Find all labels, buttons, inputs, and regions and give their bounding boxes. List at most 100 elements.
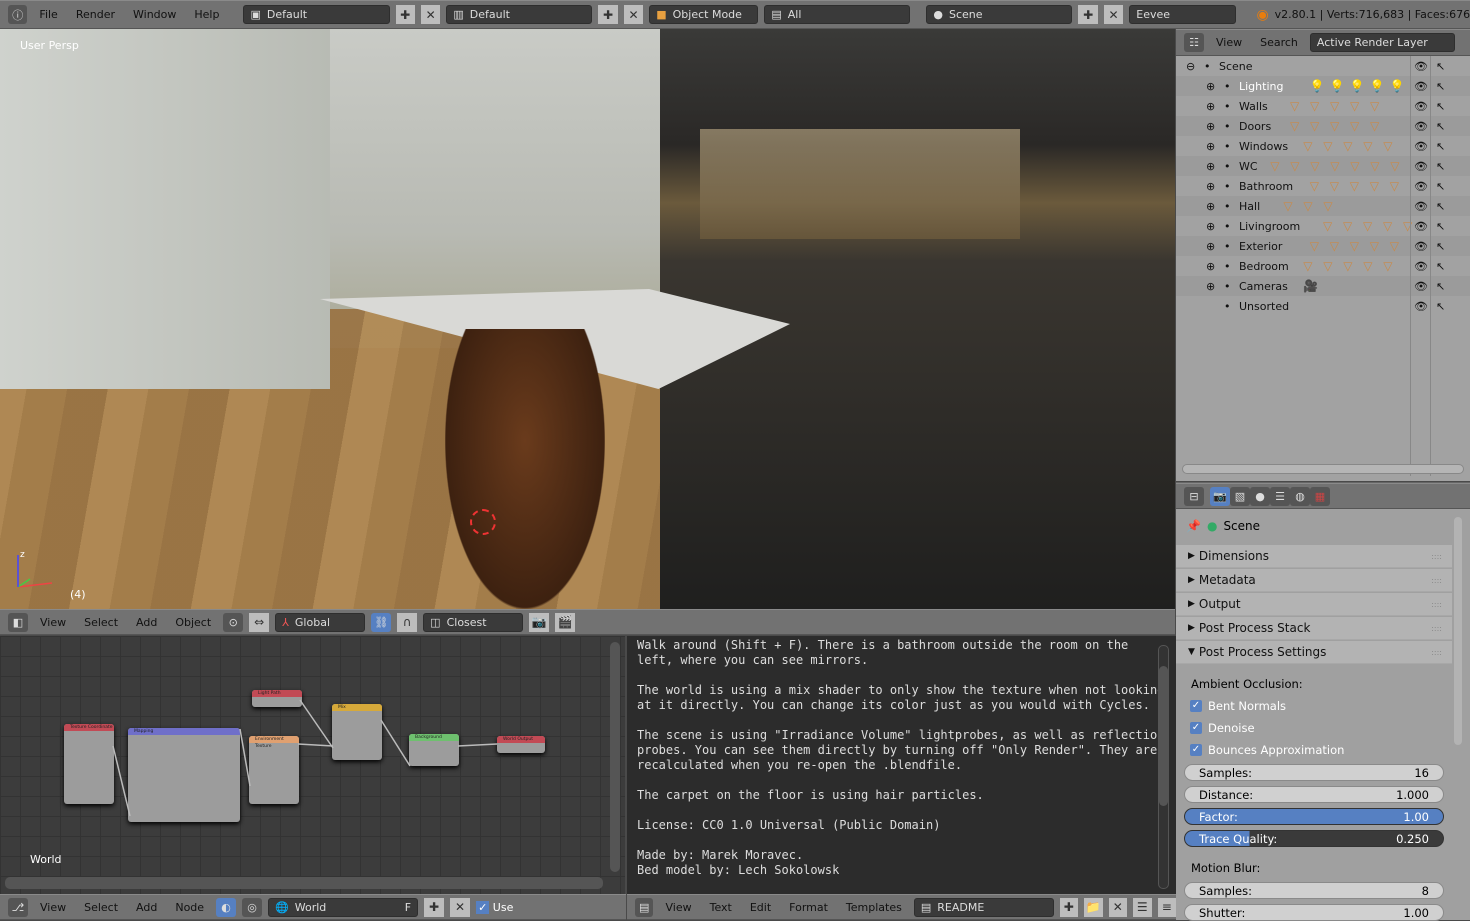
text-file-select[interactable]: ▤ README [913,897,1054,917]
outliner-menu-search[interactable]: Search [1254,36,1304,49]
mesh-icon[interactable]: ▽ [1383,219,1392,233]
expand-icon[interactable]: ⊕ [1206,180,1215,193]
outliner-item[interactable]: ⊕ • Lighting 💡 💡 💡 💡 💡 👁 ↖ [1176,76,1470,96]
outliner-item[interactable]: ⊕ • Bedroom ▽ ▽ ▽ ▽ ▽ 👁 ↖ [1176,256,1470,276]
outliner-item-label[interactable]: Hall [1239,200,1260,213]
node-menu-node[interactable]: Node [169,901,210,914]
mesh-icon[interactable]: ▽ [1310,239,1319,253]
visibility-eye-icon[interactable]: 👁 [1414,240,1428,253]
menu-render[interactable]: Render [70,8,121,21]
outliner-menu-view[interactable]: View [1210,36,1248,49]
pivot-icon[interactable]: ⊙ [223,612,244,632]
slider-factor[interactable]: Factor: 1.00 [1184,808,1444,825]
line-numbers-icon[interactable]: ☰ [1133,897,1152,917]
outliner-item-label[interactable]: Bathroom [1239,180,1293,193]
outliner-item-label[interactable]: Windows [1239,140,1288,153]
layers-select[interactable]: ▤ All [764,5,911,24]
outliner-item-label[interactable]: Exterior [1239,240,1282,253]
outliner-item[interactable]: ⊕ • Windows ▽ ▽ ▽ ▽ ▽ 👁 ↖ [1176,136,1470,156]
outliner-item[interactable]: ⊕ • Livingroom ▽ ▽ ▽ ▽ ▽ 👁 ↖ [1176,216,1470,236]
snap-magnet-icon[interactable]: ∩ [397,612,418,632]
mesh-icon[interactable]: ▽ [1383,259,1392,273]
text-menu-format[interactable]: Format [783,901,834,914]
selectable-cursor-icon[interactable]: ↖ [1436,280,1445,293]
layer-lock-icon[interactable]: ⛓ [371,612,392,632]
lamp-icon[interactable]: 💡 [1350,79,1365,93]
text-menu-text[interactable]: Text [704,901,738,914]
visibility-eye-icon[interactable]: 👁 [1414,220,1428,233]
3d-cursor-icon[interactable] [470,509,496,535]
expand-icon[interactable]: ⊕ [1206,100,1215,113]
selectable-cursor-icon[interactable]: ↖ [1436,200,1445,213]
text-scrollbar[interactable] [1158,645,1169,889]
drag-handle-icon[interactable]: :::: [1431,648,1442,657]
panel-dimensions[interactable]: ▶ Dimensions:::: [1176,545,1452,568]
add-scene-icon[interactable]: ✚ [1078,5,1098,24]
editor-type-outliner-icon[interactable]: ☷ [1184,33,1204,52]
collapse-icon[interactable]: ⊖ [1186,60,1195,73]
render-engine-select[interactable]: Eevee [1129,5,1237,24]
world-select[interactable]: 🌐 World F [268,897,419,917]
delete-layout-icon[interactable]: ✕ [623,5,644,24]
panel-post-process-stack[interactable]: ▶ Post Process Stack:::: [1176,617,1452,640]
add-screen-icon[interactable]: ✚ [395,5,415,24]
outliner-item-label[interactable]: Scene [1219,60,1253,73]
slider-tracequality[interactable]: Trace Quality: 0.250 [1184,830,1444,847]
mesh-icon[interactable]: ▽ [1383,139,1392,153]
mesh-icon[interactable]: ▽ [1330,179,1339,193]
editor-type-3d-icon[interactable]: ◧ [8,612,28,632]
mesh-icon[interactable]: ▽ [1290,119,1299,133]
camera-icon[interactable]: 🎥 [1303,279,1318,293]
mesh-icon[interactable]: ▽ [1323,259,1332,273]
menu-file[interactable]: File [33,8,63,21]
new-text-icon[interactable]: ✚ [1059,897,1079,917]
checkbox-bent-normals[interactable]: ✓ Bent Normals [1190,699,1286,713]
outliner-item-label[interactable]: Bedroom [1239,260,1289,273]
mesh-icon[interactable]: ▽ [1350,159,1359,173]
mesh-icon[interactable]: ▽ [1363,219,1372,233]
texture-tab-icon[interactable]: ▦ [1310,486,1330,506]
mesh-icon[interactable]: ▽ [1310,119,1319,133]
expand-icon[interactable]: ⊕ [1206,280,1215,293]
selectable-cursor-icon[interactable]: ↖ [1436,160,1445,173]
mesh-icon[interactable]: ▽ [1390,239,1399,253]
text-menu-view[interactable]: View [659,901,697,914]
properties-scrollbar[interactable] [1454,517,1462,745]
mesh-icon[interactable]: ▽ [1303,199,1312,213]
motion-blur-shutter[interactable]: Shutter: 1.00 [1184,904,1444,921]
manipulator-icon[interactable]: ⇔ [249,612,270,632]
mesh-icon[interactable]: ▽ [1310,179,1319,193]
outliner-item[interactable]: • Unsorted 👁 ↖ [1176,296,1470,316]
drag-handle-icon[interactable]: :::: [1431,600,1442,609]
visibility-eye-icon[interactable]: 👁 [1414,260,1428,273]
menu-view[interactable]: View [34,616,72,629]
selectable-cursor-icon[interactable]: ↖ [1436,300,1445,313]
visibility-eye-icon[interactable]: 👁 [1414,200,1428,213]
mesh-icon[interactable]: ▽ [1323,139,1332,153]
3d-viewport[interactable]: z User Persp (4) [0,29,1175,609]
visibility-eye-icon[interactable]: 👁 [1414,120,1428,133]
visibility-eye-icon[interactable]: 👁 [1414,300,1428,313]
text-menu-edit[interactable]: Edit [744,901,777,914]
mesh-icon[interactable]: ▽ [1330,99,1339,113]
node-menu-view[interactable]: View [34,901,72,914]
screen-layout-select[interactable]: ▣ Default [243,5,390,24]
visibility-eye-icon[interactable]: 👁 [1414,80,1428,93]
snap-target-select[interactable]: ◫ Closest [423,612,524,632]
expand-icon[interactable]: ⊕ [1206,160,1215,173]
mesh-icon[interactable]: ▽ [1290,99,1299,113]
render-tab-icon[interactable]: 📷 [1210,486,1230,506]
mesh-icon[interactable]: ▽ [1363,259,1372,273]
menu-select[interactable]: Select [78,616,124,629]
selectable-cursor-icon[interactable]: ↖ [1436,100,1445,113]
visibility-eye-icon[interactable]: 👁 [1414,100,1428,113]
mode-select[interactable]: ■ Object Mode [649,5,759,24]
outliner-item[interactable]: ⊕ • WC ▽ ▽ ▽ ▽ ▽ ▽ ▽ 👁 ↖ [1176,156,1470,176]
text-menu-templates[interactable]: Templates [840,901,908,914]
mesh-icon[interactable]: ▽ [1370,179,1379,193]
visibility-eye-icon[interactable]: 👁 [1414,160,1428,173]
unlink-text-icon[interactable]: ✕ [1108,897,1128,917]
render-layers-tab-icon[interactable]: ▧ [1230,486,1250,506]
node-h-scrollbar[interactable] [5,877,603,889]
outliner-item-label[interactable]: Cameras [1239,280,1288,293]
